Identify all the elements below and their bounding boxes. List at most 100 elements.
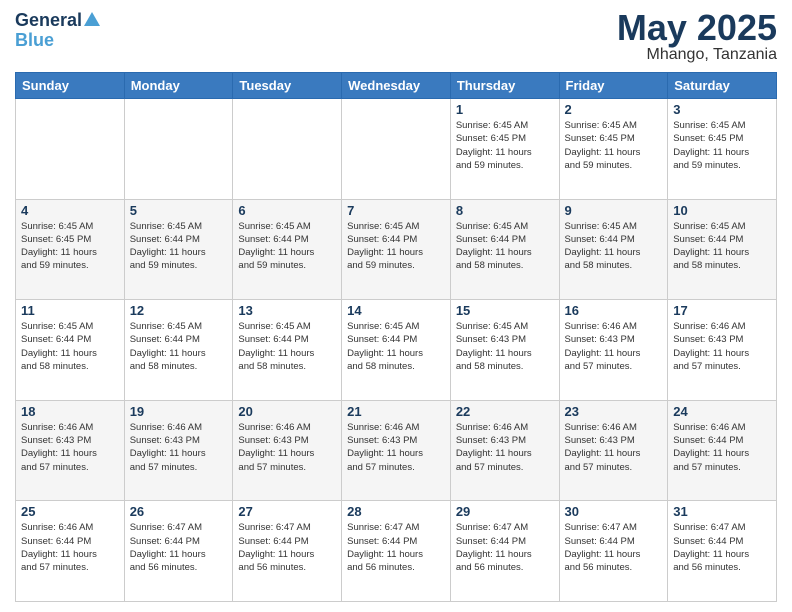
col-friday: Friday (559, 73, 668, 99)
day-cell: 24Sunrise: 6:46 AM Sunset: 6:44 PM Dayli… (668, 400, 777, 501)
day-info: Sunrise: 6:45 AM Sunset: 6:45 PM Dayligh… (21, 220, 119, 273)
day-number: 18 (21, 404, 119, 419)
day-cell: 20 Sunrise: 6:46 AM Sunset: 6:43 PM Dayli… (233, 400, 342, 501)
day-number: 11 (21, 303, 119, 318)
day-cell (233, 99, 342, 200)
day-info: Sunrise: 6:47 AM Sunset: 6:44 PM Dayligh… (673, 521, 771, 574)
day-info: Sunrise: 6:47 AM Sunset: 6:44 PM Dayligh… (565, 521, 663, 574)
day-cell (342, 99, 451, 200)
day-cell: 10Sunrise: 6:45 AM Sunset: 6:44 PM Dayli… (668, 199, 777, 300)
title-block: May 2025 Mhango, Tanzania (617, 10, 777, 64)
col-wednesday: Wednesday (342, 73, 451, 99)
day-cell: 14 Sunrise: 6:45 AM Sunset: 6:44 PM Dayli… (342, 300, 451, 401)
day-number: 1 (456, 102, 554, 117)
col-monday: Monday (124, 73, 233, 99)
header-row: Sunday Monday Tuesday Wednesday Thursday… (16, 73, 777, 99)
day-number: 5 (130, 203, 228, 218)
day-cell: 26Sunrise: 6:47 AM Sunset: 6:44 PM Dayli… (124, 501, 233, 602)
week-row-5: 25 Sunrise: 6:46 AM Sunset: 6:44 PM Dayli… (16, 501, 777, 602)
day-info: Sunrise: 6:46 AM Sunset: 6:43 PM Dayligh… (456, 421, 554, 474)
day-number: 12 (130, 303, 228, 318)
location: Mhango, Tanzania (617, 46, 777, 64)
page: General Blue May 2025 Mhango, Tanzania S… (0, 0, 792, 612)
calendar-body: 1 Sunrise: 6:45 AM Sunset: 6:45 PM Daylig… (16, 99, 777, 602)
day-info: Sunrise: 6:46 AM Sunset: 6:43 PM Dayligh… (130, 421, 228, 474)
day-number: 30 (565, 504, 663, 519)
day-info: Sunrise: 6:45 AM Sunset: 6:44 PM Dayligh… (238, 320, 336, 373)
day-number: 31 (673, 504, 771, 519)
day-info: Sunrise: 6:45 AM Sunset: 6:44 PM Dayligh… (238, 220, 336, 273)
day-cell: 6 Sunrise: 6:45 AM Sunset: 6:44 PM Daylig… (233, 199, 342, 300)
day-info: Sunrise: 6:46 AM Sunset: 6:43 PM Dayligh… (21, 421, 119, 474)
day-number: 15 (456, 303, 554, 318)
day-number: 26 (130, 504, 228, 519)
day-number: 8 (456, 203, 554, 218)
day-info: Sunrise: 6:45 AM Sunset: 6:44 PM Dayligh… (565, 220, 663, 273)
day-cell: 31 Sunrise: 6:47 AM Sunset: 6:44 PM Dayli… (668, 501, 777, 602)
day-cell: 1 Sunrise: 6:45 AM Sunset: 6:45 PM Daylig… (450, 99, 559, 200)
day-cell: 18 Sunrise: 6:46 AM Sunset: 6:43 PM Dayli… (16, 400, 125, 501)
day-info: Sunrise: 6:45 AM Sunset: 6:45 PM Dayligh… (673, 119, 771, 172)
month-title: May 2025 (617, 10, 777, 46)
day-cell: 3 Sunrise: 6:45 AM Sunset: 6:45 PM Daylig… (668, 99, 777, 200)
day-number: 23 (565, 404, 663, 419)
week-row-4: 18 Sunrise: 6:46 AM Sunset: 6:43 PM Dayli… (16, 400, 777, 501)
day-number: 25 (21, 504, 119, 519)
logo-blue: Blue (15, 30, 54, 51)
day-cell: 7Sunrise: 6:45 AM Sunset: 6:44 PM Daylig… (342, 199, 451, 300)
calendar-table: Sunday Monday Tuesday Wednesday Thursday… (15, 72, 777, 602)
day-number: 19 (130, 404, 228, 419)
day-cell: 29 Sunrise: 6:47 AM Sunset: 6:44 PM Dayli… (450, 501, 559, 602)
day-info: Sunrise: 6:47 AM Sunset: 6:44 PM Dayligh… (456, 521, 554, 574)
day-info: Sunrise: 6:47 AM Sunset: 6:44 PM Dayligh… (347, 521, 445, 574)
day-cell: 19 Sunrise: 6:46 AM Sunset: 6:43 PM Dayli… (124, 400, 233, 501)
week-row-2: 4 Sunrise: 6:45 AM Sunset: 6:45 PM Daylig… (16, 199, 777, 300)
day-number: 29 (456, 504, 554, 519)
col-saturday: Saturday (668, 73, 777, 99)
day-cell: 8Sunrise: 6:45 AM Sunset: 6:44 PM Daylig… (450, 199, 559, 300)
day-cell: 21Sunrise: 6:46 AM Sunset: 6:43 PM Dayli… (342, 400, 451, 501)
day-number: 20 (238, 404, 336, 419)
logo-triangle-icon (82, 10, 102, 30)
day-cell: 17 Sunrise: 6:46 AM Sunset: 6:43 PM Dayli… (668, 300, 777, 401)
day-number: 9 (565, 203, 663, 218)
day-cell (124, 99, 233, 200)
day-cell: 28 Sunrise: 6:47 AM Sunset: 6:44 PM Dayli… (342, 501, 451, 602)
week-row-3: 11 Sunrise: 6:45 AM Sunset: 6:44 PM Dayli… (16, 300, 777, 401)
col-tuesday: Tuesday (233, 73, 342, 99)
logo: General Blue (15, 10, 102, 51)
day-info: Sunrise: 6:45 AM Sunset: 6:44 PM Dayligh… (130, 220, 228, 273)
day-info: Sunrise: 6:46 AM Sunset: 6:43 PM Dayligh… (238, 421, 336, 474)
day-number: 14 (347, 303, 445, 318)
day-cell: 13Sunrise: 6:45 AM Sunset: 6:44 PM Dayli… (233, 300, 342, 401)
day-info: Sunrise: 6:45 AM Sunset: 6:44 PM Dayligh… (21, 320, 119, 373)
day-cell: 12 Sunrise: 6:45 AM Sunset: 6:44 PM Dayli… (124, 300, 233, 401)
day-cell: 16Sunrise: 6:46 AM Sunset: 6:43 PM Dayli… (559, 300, 668, 401)
day-cell: 15 Sunrise: 6:45 AM Sunset: 6:43 PM Dayli… (450, 300, 559, 401)
day-info: Sunrise: 6:45 AM Sunset: 6:44 PM Dayligh… (130, 320, 228, 373)
day-number: 2 (565, 102, 663, 117)
header: General Blue May 2025 Mhango, Tanzania (15, 10, 777, 64)
day-info: Sunrise: 6:45 AM Sunset: 6:43 PM Dayligh… (456, 320, 554, 373)
day-cell: 2Sunrise: 6:45 AM Sunset: 6:45 PM Daylig… (559, 99, 668, 200)
day-info: Sunrise: 6:46 AM Sunset: 6:44 PM Dayligh… (21, 521, 119, 574)
day-number: 16 (565, 303, 663, 318)
day-info: Sunrise: 6:46 AM Sunset: 6:43 PM Dayligh… (673, 320, 771, 373)
day-number: 28 (347, 504, 445, 519)
day-info: Sunrise: 6:45 AM Sunset: 6:45 PM Dayligh… (456, 119, 554, 172)
col-sunday: Sunday (16, 73, 125, 99)
day-number: 24 (673, 404, 771, 419)
day-cell (16, 99, 125, 200)
day-number: 6 (238, 203, 336, 218)
day-cell: 25 Sunrise: 6:46 AM Sunset: 6:44 PM Dayli… (16, 501, 125, 602)
logo-general: General (15, 11, 82, 29)
day-number: 17 (673, 303, 771, 318)
day-cell: 23Sunrise: 6:46 AM Sunset: 6:43 PM Dayli… (559, 400, 668, 501)
day-cell: 5 Sunrise: 6:45 AM Sunset: 6:44 PM Daylig… (124, 199, 233, 300)
day-info: Sunrise: 6:45 AM Sunset: 6:44 PM Dayligh… (673, 220, 771, 273)
day-number: 4 (21, 203, 119, 218)
calendar-header: Sunday Monday Tuesday Wednesday Thursday… (16, 73, 777, 99)
day-number: 3 (673, 102, 771, 117)
day-number: 21 (347, 404, 445, 419)
day-info: Sunrise: 6:45 AM Sunset: 6:44 PM Dayligh… (347, 320, 445, 373)
